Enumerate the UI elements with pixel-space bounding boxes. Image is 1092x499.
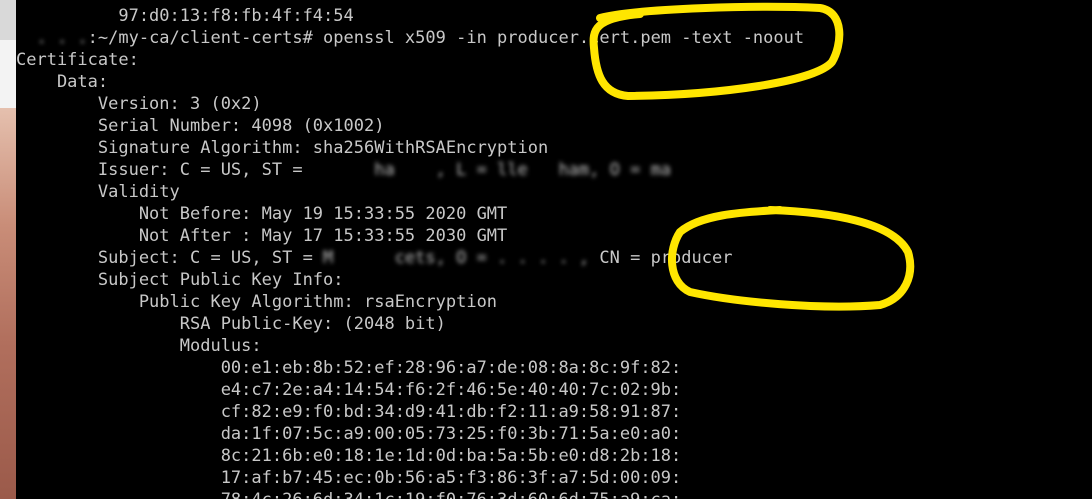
terminal-line: Subject Public Key Info: [16, 270, 344, 290]
background-photo-strip [0, 108, 16, 499]
terminal-line: Data: [16, 72, 109, 92]
background-window-edge [0, 0, 16, 499]
issuer-line: Issuer: C = US, ST = ha , L = lle ham, O… [16, 160, 702, 180]
background-window-strip [0, 40, 16, 108]
terminal-line: Not After : May 17 15:33:55 2030 GMT [16, 226, 508, 246]
modulus-line: 78:4c:26:6d:34:1c:19:f0:76:3d:60:6d:75:a… [16, 489, 682, 499]
terminal-line: Public Key Algorithm: rsaEncryption [16, 292, 498, 312]
terminal-line: 97:d0:13:f8:fb:4f:f4:54 [16, 6, 354, 26]
terminal-line: Version: 3 (0x2) [16, 94, 262, 114]
subject-line: Subject: C = US, ST = M cets, O = . . . … [16, 248, 733, 268]
redacted-issuer: ha , L = lle ham, O = ma [312, 160, 702, 180]
modulus-line: 8c:21:6b:e0:18:1e:1d:0d:ba:5a:5b:e0:d8:2… [16, 446, 682, 466]
modulus-line: cf:82:e9:f0:bd:34:d9:41:db:f2:11:a9:58:9… [16, 402, 682, 422]
terminal-line: RSA Public-Key: (2048 bit) [16, 314, 446, 334]
terminal-line: Modulus: [16, 336, 262, 356]
modulus-line: 00:e1:eb:8b:52:ef:28:96:a7:de:08:8a:8c:9… [16, 358, 682, 378]
subject-cn: CN = producer [589, 248, 733, 268]
command-text: :~/my-ca/client-certs# openssl x509 -in … [87, 28, 805, 48]
terminal-line: Certificate: [16, 50, 139, 70]
redacted-subject: M cets, O = . . . . , [323, 248, 590, 268]
modulus-line: e4:c7:2e:a4:14:54:f6:2f:46:5e:40:40:7c:0… [16, 380, 682, 400]
redacted-prompt: . . . [16, 28, 88, 48]
terminal-line: Serial Number: 4098 (0x1002) [16, 116, 385, 136]
terminal-window[interactable]: 97:d0:13:f8:fb:4f:f4:54 . . .:~/my-ca/cl… [16, 0, 1092, 499]
modulus-line: 17:af:b7:45:ec:0b:56:a5:f3:86:3f:a7:5d:0… [16, 468, 682, 488]
terminal-line: Validity [16, 182, 180, 202]
terminal-line: Signature Algorithm: sha256WithRSAEncryp… [16, 138, 549, 158]
terminal-command-line: . . .:~/my-ca/client-certs# openssl x509… [16, 27, 804, 49]
terminal-line: Not Before: May 19 15:33:55 2020 GMT [16, 204, 508, 224]
modulus-line: da:1f:07:5c:a9:00:05:73:25:f0:3b:71:5a:e… [16, 424, 682, 444]
